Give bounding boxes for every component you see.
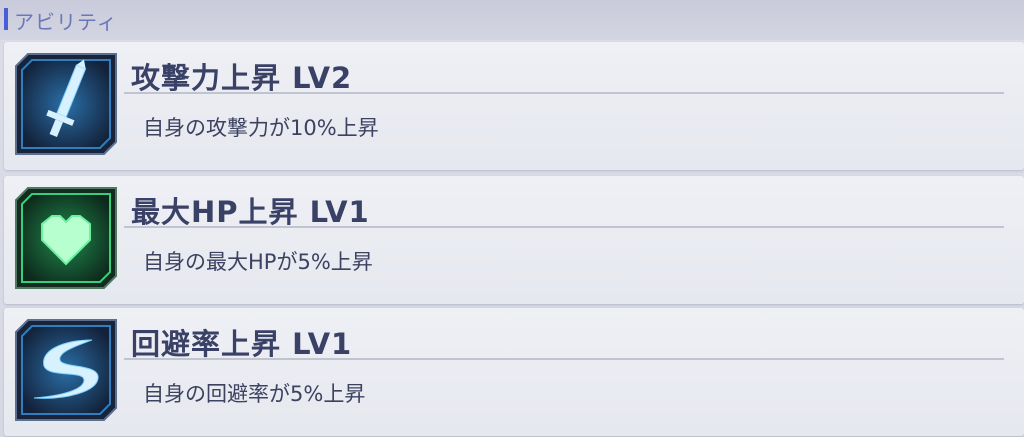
sword-icon xyxy=(14,52,118,156)
ability-title: 最大HP上昇 LV1 xyxy=(131,195,370,229)
ability-card-attack[interactable]: 攻撃力上昇 LV2 自身の攻撃力が10%上昇 xyxy=(4,42,1024,170)
section-title: アビリティ xyxy=(14,10,118,34)
ability-card-max-hp[interactable]: 最大HP上昇 LV1 自身の最大HPが5%上昇 xyxy=(4,176,1024,304)
ability-description: 自身の回避率が5%上昇 xyxy=(143,382,366,406)
ability-title: 回避率上昇 LV1 xyxy=(131,327,353,361)
title-divider xyxy=(124,358,1004,360)
ability-card-evasion[interactable]: 回避率上昇 LV1 自身の回避率が5%上昇 xyxy=(4,308,1024,436)
header-accent-bar xyxy=(4,8,8,30)
title-divider xyxy=(124,226,1004,228)
ability-title: 攻撃力上昇 LV2 xyxy=(131,61,353,95)
section-header: アビリティ xyxy=(0,0,1024,40)
heart-icon xyxy=(14,186,118,290)
ability-description: 自身の攻撃力が10%上昇 xyxy=(143,116,379,140)
ability-description: 自身の最大HPが5%上昇 xyxy=(143,250,373,274)
title-divider xyxy=(124,92,1004,94)
swoosh-icon xyxy=(14,318,118,422)
